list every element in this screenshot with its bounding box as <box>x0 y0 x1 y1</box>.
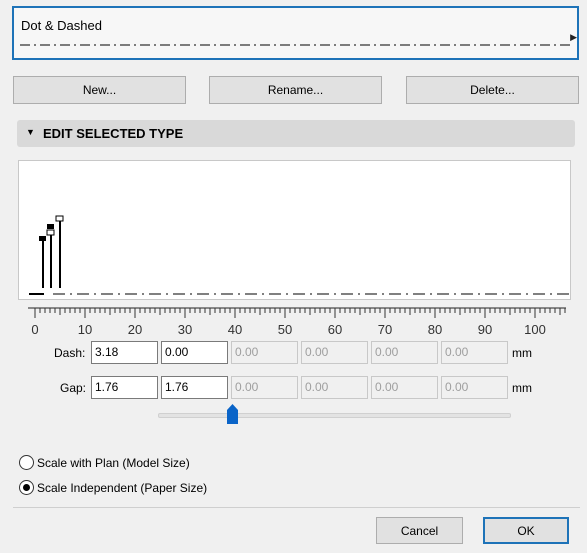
edit-selected-type-header[interactable]: ▼ EDIT SELECTED TYPE <box>17 120 575 147</box>
dash-field-2[interactable]: 0.00 <box>161 341 228 364</box>
dash-field-3: 0.00 <box>231 341 298 364</box>
gap-field-5: 0.00 <box>371 376 438 399</box>
dash-field-6: 0.00 <box>441 341 508 364</box>
ruler-label: 40 <box>228 322 242 337</box>
ok-button[interactable]: OK <box>483 517 569 544</box>
ruler-label: 20 <box>128 322 142 337</box>
scale-independent-option[interactable]: Scale Independent (Paper Size) <box>19 480 207 495</box>
ruler-label: 50 <box>278 322 292 337</box>
gap-field-2[interactable]: 1.76 <box>161 376 228 399</box>
gap-label: Gap: <box>60 381 87 395</box>
ruler-label: 80 <box>428 322 442 337</box>
ruler-label: 100 <box>524 322 546 337</box>
ruler-label: 30 <box>178 322 192 337</box>
slider-track[interactable] <box>158 413 511 418</box>
new-button[interactable]: New... <box>13 76 186 104</box>
dash-handles[interactable] <box>39 215 64 288</box>
ruler: 0 10 20 30 40 50 60 70 80 90 100 <box>18 300 573 340</box>
line-pattern-preview[interactable] <box>18 160 571 300</box>
ruler-label: 0 <box>31 322 38 337</box>
gap-unit: mm <box>512 381 532 395</box>
scale-with-plan-label: Scale with Plan (Model Size) <box>37 455 190 470</box>
gap-field-6: 0.00 <box>441 376 508 399</box>
ruler-label: 90 <box>478 322 492 337</box>
dash-field-1[interactable]: 3.18 <box>91 341 158 364</box>
dash-unit: mm <box>512 346 532 360</box>
slider-thumb[interactable] <box>227 404 238 424</box>
dash-field-5: 0.00 <box>371 341 438 364</box>
delete-button[interactable]: Delete... <box>406 76 579 104</box>
dash-field-4: 0.00 <box>301 341 368 364</box>
scale-independent-label: Scale Independent (Paper Size) <box>37 480 208 495</box>
footer-divider <box>13 507 580 508</box>
scale-with-plan-radio[interactable] <box>19 455 34 470</box>
cancel-button[interactable]: Cancel <box>376 517 463 544</box>
expand-arrow-icon[interactable]: ▶ <box>570 32 577 43</box>
line-type-name: Dot & Dashed <box>21 18 102 33</box>
collapse-caret-icon: ▼ <box>26 127 35 137</box>
ruler-label: 60 <box>328 322 342 337</box>
scale-with-plan-option[interactable]: Scale with Plan (Model Size) <box>19 455 190 470</box>
ruler-label: 10 <box>78 322 92 337</box>
gap-field-4: 0.00 <box>301 376 368 399</box>
gap-field-1[interactable]: 1.76 <box>91 376 158 399</box>
section-title: EDIT SELECTED TYPE <box>43 126 184 141</box>
line-type-selector[interactable]: Dot & Dashed ▶ <box>12 6 579 60</box>
dash-label: Dash: <box>54 346 86 360</box>
gap-field-3: 0.00 <box>231 376 298 399</box>
rename-button[interactable]: Rename... <box>209 76 382 104</box>
scale-independent-radio[interactable] <box>19 480 34 495</box>
ruler-label: 70 <box>378 322 392 337</box>
line-type-preview <box>20 44 570 46</box>
